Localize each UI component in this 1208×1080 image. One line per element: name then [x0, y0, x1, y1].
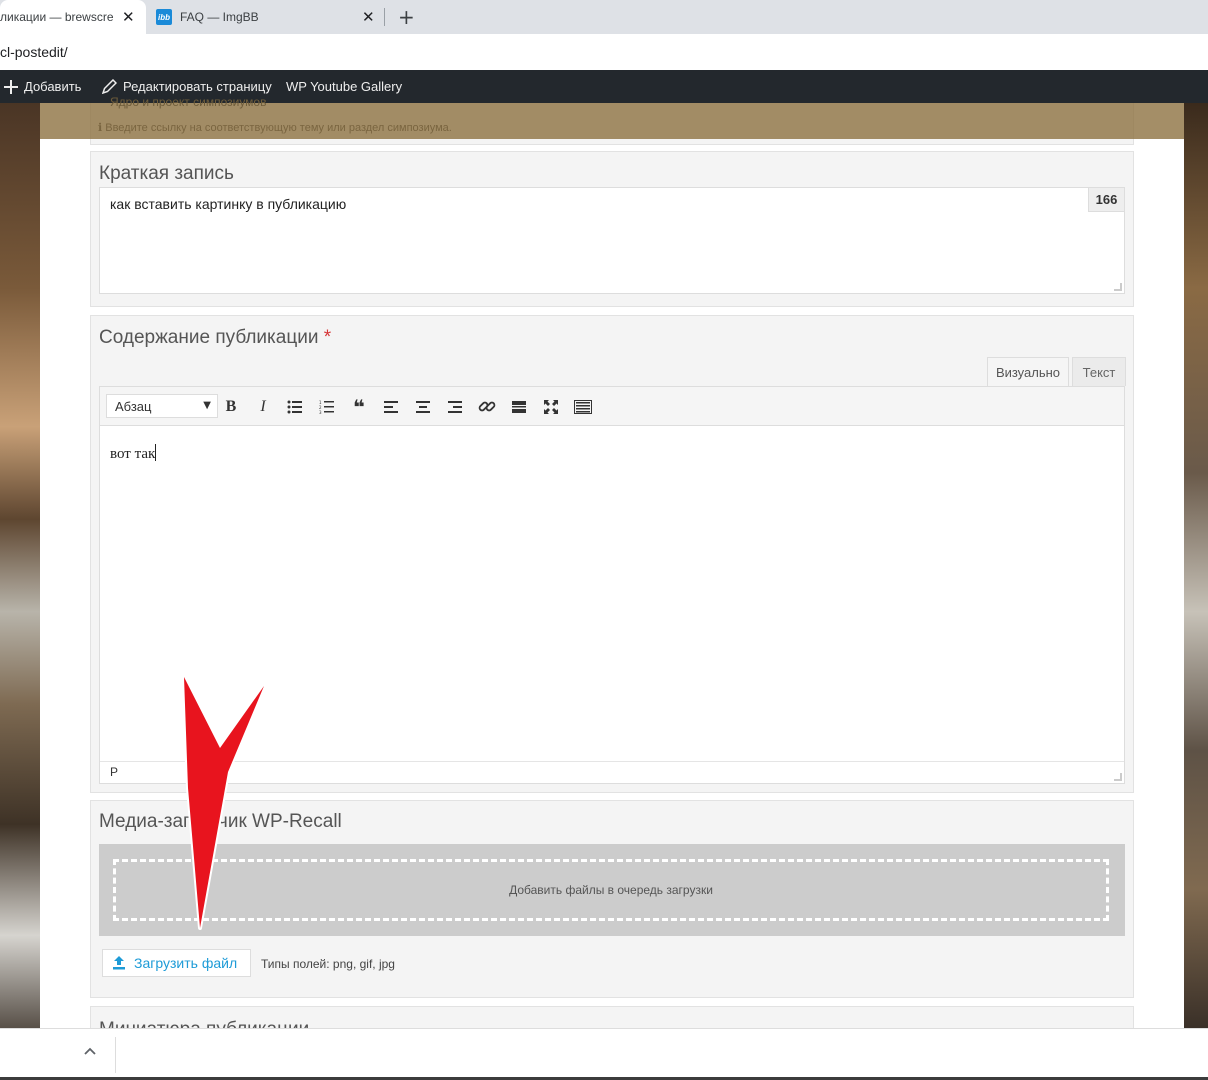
download-bar [0, 1028, 1208, 1080]
annotation-arrow [182, 675, 266, 930]
download-bar-separator [115, 1037, 116, 1073]
chevron-up-shape [84, 1047, 96, 1055]
chevron-up-icon[interactable] [84, 1043, 96, 1062]
